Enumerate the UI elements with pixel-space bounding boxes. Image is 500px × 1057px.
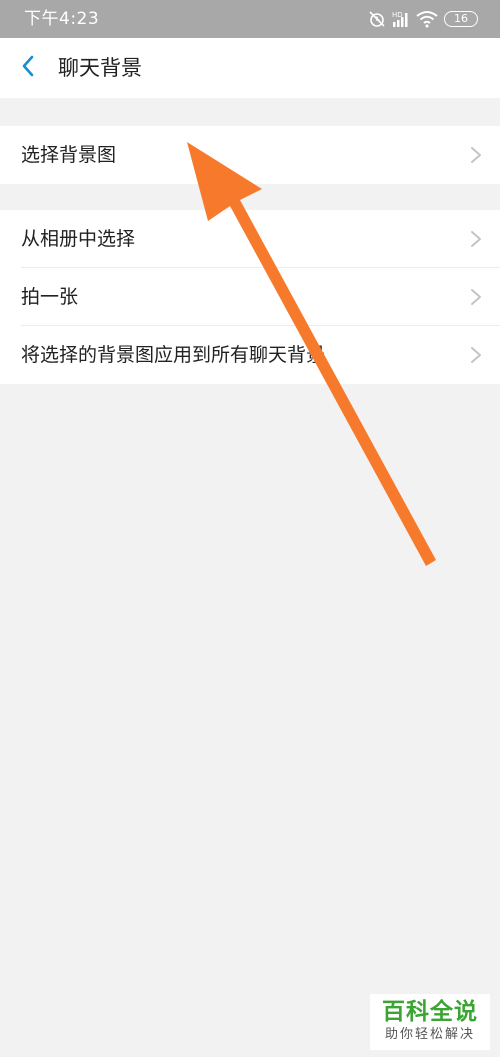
nav-bar: 聊天背景 <box>0 38 500 98</box>
chevron-right-icon <box>470 288 482 306</box>
list-item-choose-from-album[interactable]: 从相册中选择 <box>0 210 500 268</box>
section-background-source: 从相册中选择 拍一张 将选择的背景图应用到所有聊天背景 <box>0 210 500 384</box>
page-title: 聊天背景 <box>58 56 142 80</box>
chevron-right-icon <box>470 346 482 364</box>
hd-signal-icon: HD <box>392 10 410 28</box>
alarm-off-icon <box>368 10 386 28</box>
status-icons: HD 16 <box>368 9 478 29</box>
wifi-icon <box>416 10 438 28</box>
chevron-right-icon <box>470 146 482 164</box>
back-button[interactable] <box>12 52 44 84</box>
list-item-label: 从相册中选择 <box>21 228 136 250</box>
chevron-left-icon <box>21 55 35 81</box>
watermark-subtitle: 助你轻松解决 <box>384 1027 475 1042</box>
list-item-choose-background[interactable]: 选择背景图 <box>0 126 500 184</box>
watermark-title: 百科全说 <box>382 999 478 1025</box>
list-item-apply-to-all-chats[interactable]: 将选择的背景图应用到所有聊天背景 <box>0 326 500 384</box>
battery-icon: 16 <box>444 11 478 27</box>
chevron-right-icon <box>470 230 482 248</box>
list-item-take-photo[interactable]: 拍一张 <box>0 268 500 326</box>
list-item-label: 选择背景图 <box>21 144 117 166</box>
status-time: 下午4:23 <box>24 9 100 29</box>
section-background-image: 选择背景图 <box>0 126 500 184</box>
list-item-label: 将选择的背景图应用到所有聊天背景 <box>21 344 326 366</box>
list-item-label: 拍一张 <box>21 286 79 308</box>
watermark-logo: 百科全说 助你轻松解决 <box>370 994 490 1050</box>
status-bar: 下午4:23 HD 16 <box>0 0 500 38</box>
